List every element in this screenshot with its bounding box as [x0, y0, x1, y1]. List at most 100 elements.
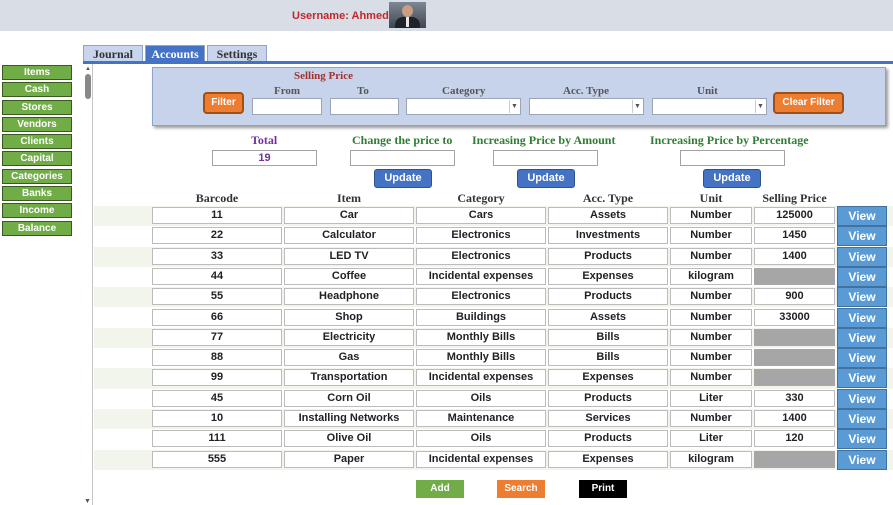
chevron-down-icon[interactable]: ▼: [755, 100, 765, 113]
chevron-down-icon[interactable]: ▼: [632, 100, 642, 113]
items-table: 11 Car Cars Assets Number 125000 View 22 Calcula…: [94, 206, 893, 476]
chevron-down-icon[interactable]: ▼: [509, 100, 519, 113]
cell-acc-type: Products: [548, 430, 668, 448]
unit-select[interactable]: ▼: [652, 98, 767, 115]
view-button[interactable]: View: [837, 287, 887, 308]
cell-unit: Number: [670, 227, 752, 245]
col-header-unit: Unit: [699, 191, 723, 205]
view-button[interactable]: View: [837, 409, 887, 429]
cell-barcode: 555: [152, 450, 282, 468]
filter-panel: Selling Price From To Category Acc. Type…: [152, 67, 886, 126]
scroll-down-icon[interactable]: ▼: [84, 498, 91, 505]
view-button[interactable]: View: [837, 348, 887, 369]
cell-acc-type: Products: [548, 389, 668, 407]
cell-category: Cars: [416, 207, 546, 224]
cell-item: Car: [284, 207, 414, 224]
view-button[interactable]: View: [837, 226, 887, 247]
view-button[interactable]: View: [837, 206, 887, 226]
view-button[interactable]: View: [837, 307, 887, 328]
category-select[interactable]: ▼: [406, 98, 521, 115]
sidebar-item-clients[interactable]: Clients: [2, 134, 72, 150]
acc-type-select[interactable]: ▼: [529, 98, 644, 115]
cell-barcode: 33: [152, 247, 282, 265]
sidebar-item-cash[interactable]: Cash: [2, 82, 72, 98]
cell-barcode: 55: [152, 288, 282, 306]
cell-item: Electricity: [284, 328, 414, 346]
col-header-category: Category: [457, 191, 505, 205]
table-row: 111 Olive Oil Oils Products Liter 120 View: [94, 429, 893, 450]
selling-price-label: Selling Price: [294, 70, 353, 82]
vertical-scrollbar[interactable]: ▲ ▼: [83, 64, 93, 505]
table-row: 10 Installing Networks Maintenance Services…: [94, 409, 893, 430]
sidebar-item-categories[interactable]: Categories: [2, 168, 72, 184]
cell-category: Electronics: [416, 227, 546, 245]
change-price-label: Change the price to: [352, 133, 453, 147]
clear-filter-button[interactable]: Clear Filter: [773, 92, 844, 114]
cell-barcode: 44: [152, 267, 282, 285]
view-button[interactable]: View: [837, 327, 887, 348]
cell-acc-type: Services: [548, 410, 668, 427]
cell-category: Incidental expenses: [416, 450, 546, 468]
view-button[interactable]: View: [837, 449, 887, 470]
price-from-input[interactable]: [252, 98, 322, 115]
cell-item: Corn Oil: [284, 389, 414, 407]
sidebar-item-items[interactable]: Items: [2, 65, 72, 80]
view-button[interactable]: View: [837, 388, 887, 409]
update-change-price-button[interactable]: Update: [374, 169, 432, 188]
sidebar-item-vendors[interactable]: Vendors: [2, 116, 72, 132]
table-row: 22 Calculator Electronics Investments Number…: [94, 226, 893, 247]
print-button[interactable]: Print: [579, 480, 627, 498]
sidebar-item-capital[interactable]: Capital: [2, 151, 72, 167]
acc-type-label: Acc. Type: [563, 85, 610, 97]
total-label: Total: [251, 133, 278, 147]
price-to-input[interactable]: [330, 98, 399, 115]
avatar: [389, 2, 426, 28]
search-button[interactable]: Search: [497, 480, 545, 498]
cell-acc-type: Expenses: [548, 450, 668, 468]
sidebar-item-stores[interactable]: Stores: [2, 99, 72, 115]
cell-category: Incidental expenses: [416, 369, 546, 387]
cell-unit: kilogram: [670, 267, 752, 285]
cell-selling-price: [754, 328, 835, 346]
change-price-input[interactable]: [350, 150, 455, 166]
cell-selling-price: 125000: [754, 207, 835, 224]
update-increase-amount-button[interactable]: Update: [517, 169, 575, 188]
table-row: 99 Transportation Incidental expenses Expen…: [94, 368, 893, 389]
cell-category: Electronics: [416, 247, 546, 265]
cell-unit: Number: [670, 328, 752, 346]
cell-item: Gas: [284, 349, 414, 367]
cell-selling-price: [754, 450, 835, 468]
cell-acc-type: Products: [548, 247, 668, 265]
cell-selling-price: 120: [754, 430, 835, 448]
cell-unit: Number: [670, 247, 752, 265]
view-button[interactable]: View: [837, 429, 887, 450]
sidebar-item-balance[interactable]: Balance: [2, 220, 72, 236]
scroll-up-icon[interactable]: ▲: [85, 66, 91, 72]
cell-selling-price: [754, 267, 835, 285]
scroll-thumb[interactable]: [85, 74, 91, 99]
tab-accounts[interactable]: Accounts: [145, 45, 205, 62]
view-button[interactable]: View: [837, 266, 887, 287]
cell-acc-type: Assets: [548, 207, 668, 224]
sidebar-item-banks[interactable]: Banks: [2, 186, 72, 202]
table-row: 55 Headphone Electronics Products Number 900 V…: [94, 287, 893, 308]
filter-button[interactable]: Filter: [203, 92, 244, 114]
to-label: To: [357, 85, 369, 97]
increase-percent-input[interactable]: [680, 150, 785, 166]
add-button[interactable]: Add: [416, 480, 464, 498]
cell-barcode: 66: [152, 308, 282, 326]
sidebar: Items Cash Stores Vendors Clients Capita…: [2, 65, 72, 238]
table-row: 555 Paper Incidental expenses Expenses kilog…: [94, 449, 893, 470]
increase-amount-input[interactable]: [493, 150, 598, 166]
cell-unit: Liter: [670, 430, 752, 448]
cell-selling-price: [754, 349, 835, 367]
cell-barcode: 11: [152, 207, 282, 224]
tab-settings[interactable]: Settings: [207, 45, 267, 62]
cell-selling-price: 1450: [754, 227, 835, 245]
cell-barcode: 88: [152, 349, 282, 367]
view-button[interactable]: View: [837, 368, 887, 389]
update-increase-percent-button[interactable]: Update: [703, 169, 761, 188]
view-button[interactable]: View: [837, 246, 887, 267]
tab-journal[interactable]: Journal: [83, 45, 143, 62]
sidebar-item-income[interactable]: Income: [2, 203, 72, 219]
